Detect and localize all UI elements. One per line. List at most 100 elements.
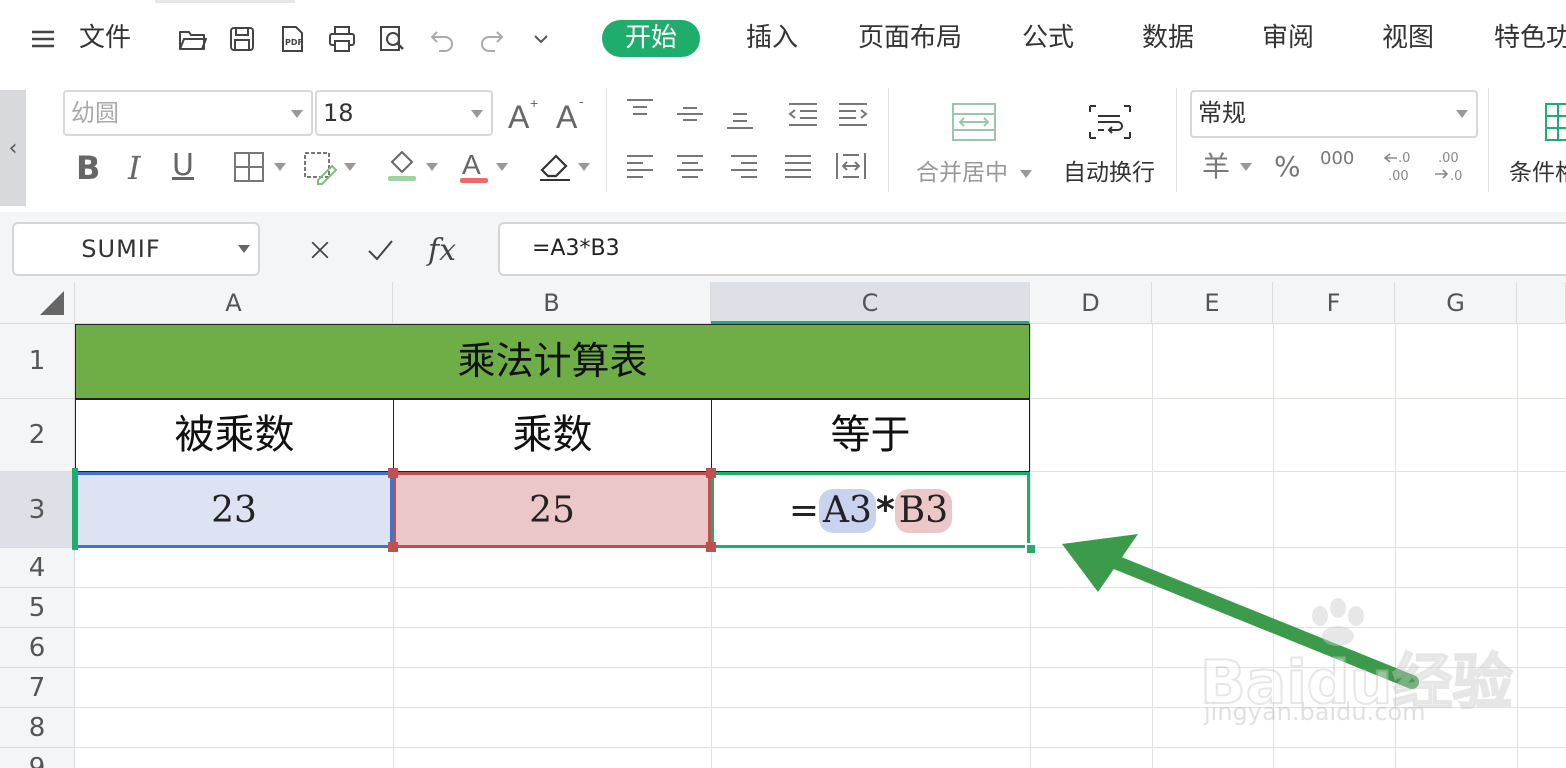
tab-review[interactable]: 审阅 (1262, 20, 1314, 56)
tab-special-features[interactable]: 特色功 (1494, 20, 1566, 56)
wrap-text-button[interactable]: 自动换行 (1063, 158, 1155, 188)
tab-insert[interactable]: 插入 (746, 20, 798, 56)
align-left-icon[interactable] (624, 152, 656, 182)
range-handle[interactable] (388, 468, 398, 478)
conditional-formatting-button[interactable]: 条件格 (1509, 158, 1566, 188)
range-handle[interactable] (706, 542, 716, 552)
insert-function-button[interactable]: fx (420, 230, 464, 270)
number-format-select[interactable]: 常规 (1190, 90, 1478, 138)
italic-button[interactable]: I (128, 150, 141, 186)
name-box[interactable]: SUMIF (12, 222, 260, 276)
decrease-font-size-icon[interactable]: A- (554, 94, 590, 134)
wrap-text-icon[interactable] (1086, 100, 1134, 144)
column-header-f[interactable]: F (1273, 282, 1395, 324)
row-header-9[interactable]: 9 (0, 748, 75, 768)
increase-indent-icon[interactable] (836, 100, 870, 128)
row-header-2[interactable]: 2 (0, 399, 75, 472)
clear-format-icon[interactable] (536, 148, 574, 184)
file-menu[interactable]: 文件 (79, 20, 131, 56)
row-header-7[interactable]: 7 (0, 668, 75, 708)
save-icon[interactable] (225, 22, 259, 56)
column-header-d[interactable]: D (1030, 282, 1152, 324)
chevron-down-icon (291, 110, 303, 118)
open-folder-icon[interactable] (175, 22, 209, 56)
print-preview-icon[interactable] (375, 22, 409, 56)
quick-access-dropdown-icon[interactable] (524, 22, 558, 56)
thousands-separator-button[interactable]: 000 (1320, 148, 1354, 170)
merge-center-icon[interactable] (950, 100, 998, 144)
column-header-a[interactable]: A (75, 282, 393, 324)
row-header-1[interactable]: 1 (0, 324, 75, 399)
column-header-h[interactable] (1517, 282, 1566, 324)
currency-format-button[interactable]: 羊 (1202, 150, 1230, 184)
hamburger-menu-icon[interactable] (26, 22, 60, 56)
cell-c3-active[interactable]: = A3 * B3 (711, 472, 1030, 548)
range-handle[interactable] (388, 542, 398, 552)
row-header-5[interactable]: 5 (0, 588, 75, 628)
redo-icon[interactable] (475, 22, 509, 56)
column-header-g[interactable]: G (1395, 282, 1517, 324)
chevron-down-icon[interactable] (578, 163, 590, 171)
cell-a3[interactable]: 23 (75, 472, 393, 548)
active-cell-edge (72, 468, 78, 550)
borders-icon[interactable] (232, 150, 266, 184)
export-pdf-icon[interactable]: PDF (275, 22, 309, 56)
column-header-e[interactable]: E (1152, 282, 1273, 324)
row-header-6[interactable]: 6 (0, 628, 75, 668)
cancel-formula-icon[interactable] (300, 230, 340, 270)
chevron-down-icon[interactable] (344, 163, 356, 171)
fill-color-icon[interactable] (384, 146, 420, 182)
ribbon-scroll-left-button[interactable]: ‹ (0, 90, 26, 206)
decrease-indent-icon[interactable] (786, 100, 820, 128)
conditional-formatting-icon[interactable] (1542, 100, 1566, 144)
row-header-4[interactable]: 4 (0, 548, 75, 588)
bold-button[interactable]: B (76, 150, 100, 186)
chevron-down-icon[interactable] (426, 163, 438, 171)
range-handle[interactable] (706, 468, 716, 478)
chevron-down-icon (238, 245, 250, 253)
increase-font-size-icon[interactable]: A + (506, 94, 542, 134)
row-header-3[interactable]: 3 (0, 472, 75, 548)
fill-handle[interactable] (1025, 543, 1037, 555)
undo-icon[interactable] (425, 22, 459, 56)
chevron-down-icon[interactable] (274, 163, 286, 171)
chevron-down-icon[interactable] (1020, 170, 1032, 178)
row-header-8[interactable]: 8 (0, 708, 75, 748)
chevron-down-icon[interactable] (1240, 163, 1252, 171)
tab-home[interactable]: 开始 (602, 20, 700, 57)
column-header-c[interactable]: C (711, 282, 1030, 324)
align-middle-icon[interactable] (674, 100, 706, 128)
print-icon[interactable] (325, 22, 359, 56)
cell-style-icon[interactable] (302, 150, 338, 186)
font-color-icon[interactable]: A (456, 146, 492, 184)
decrease-decimal-icon[interactable]: .00.0 (1430, 148, 1470, 184)
tab-page-layout[interactable]: 页面布局 (858, 20, 962, 56)
font-size-select[interactable]: 18 (315, 90, 493, 136)
justify-icon[interactable] (782, 152, 814, 182)
font-name-select[interactable]: 幼圆 (63, 90, 313, 136)
align-center-icon[interactable] (674, 152, 706, 182)
formula-input[interactable]: =A3*B3 (498, 222, 1566, 276)
cell-c2[interactable]: 等于 (711, 399, 1030, 472)
cell-b2[interactable]: 乘数 (393, 399, 712, 472)
underline-button[interactable]: U (172, 148, 194, 184)
cell-a2[interactable]: 被乘数 (75, 399, 394, 472)
align-right-icon[interactable] (728, 152, 760, 182)
percent-format-button[interactable]: % (1274, 150, 1301, 184)
column-header-b[interactable]: B (393, 282, 711, 324)
tab-indicator-line (155, 0, 295, 3)
select-all-button[interactable] (0, 282, 75, 324)
chevron-down-icon[interactable] (496, 163, 508, 171)
tab-view[interactable]: 视图 (1382, 20, 1434, 56)
distributed-align-icon[interactable] (834, 150, 868, 182)
align-bottom-icon[interactable] (724, 104, 756, 132)
cell-a1-title[interactable]: 乘法计算表 (75, 324, 1030, 399)
confirm-formula-icon[interactable] (360, 230, 400, 270)
tab-data[interactable]: 数据 (1142, 20, 1194, 56)
cell-b3[interactable]: 25 (393, 472, 711, 548)
tab-formulas[interactable]: 公式 (1022, 20, 1074, 56)
merge-center-button[interactable]: 合并居中 (916, 158, 1008, 188)
align-top-icon[interactable] (624, 96, 656, 124)
increase-decimal-icon[interactable]: .0.00 (1380, 148, 1420, 184)
gridline (75, 707, 1566, 708)
